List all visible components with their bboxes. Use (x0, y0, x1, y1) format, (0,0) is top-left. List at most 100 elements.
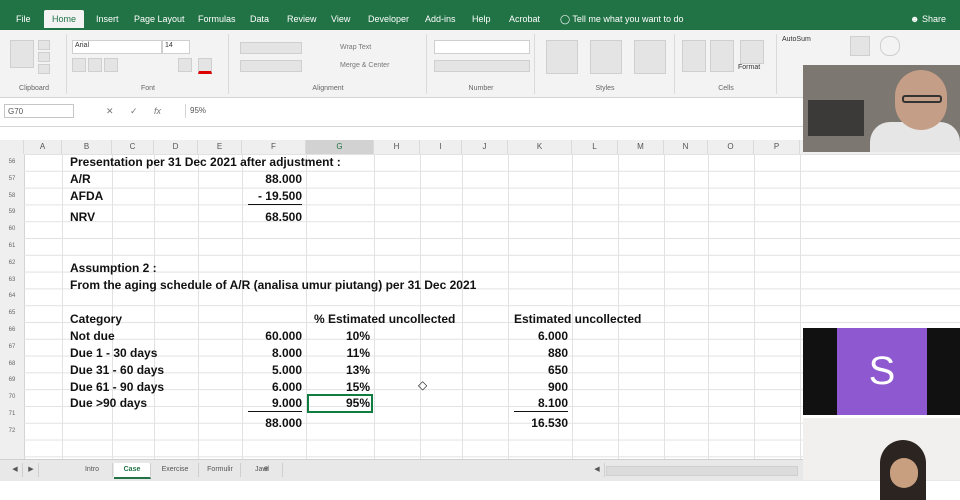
row-header[interactable]: 68 (0, 356, 24, 373)
column-header-h[interactable]: H (374, 140, 420, 154)
sheet-tab-case[interactable]: Case (114, 463, 151, 479)
amount-cell[interactable]: 8.000 (242, 346, 302, 360)
estimate-cell[interactable]: 900 (508, 380, 568, 394)
column-header-k[interactable]: K (508, 140, 572, 154)
column-header-a[interactable]: A (24, 140, 62, 154)
fill-color-icon[interactable] (178, 58, 192, 72)
tab-data[interactable]: Data (250, 14, 269, 24)
estimated-header-cell[interactable]: Estimated uncollected (514, 312, 641, 326)
column-header-c[interactable]: C (112, 140, 154, 154)
column-header-g[interactable]: G (306, 140, 374, 154)
format-as-table-icon[interactable] (590, 40, 622, 74)
sheet-tab-exercise[interactable]: Exercise (152, 463, 199, 477)
tab-insert[interactable]: Insert (96, 14, 119, 24)
paste-icon[interactable] (10, 40, 34, 68)
afda-label-cell[interactable]: AFDA (70, 189, 103, 203)
conditional-formatting-icon[interactable] (546, 40, 578, 74)
column-header-i[interactable]: I (420, 140, 462, 154)
column-header-b[interactable]: B (62, 140, 112, 154)
category-cell[interactable]: Due >90 days (70, 396, 147, 410)
row-header[interactable]: 57 (0, 171, 24, 188)
cancel-icon[interactable]: ✕ (106, 106, 114, 117)
function-icon[interactable]: fx (154, 106, 161, 116)
row-header[interactable]: 59 (0, 204, 24, 221)
category-header-cell[interactable]: Category (70, 312, 122, 326)
align-buttons[interactable] (240, 42, 302, 54)
format-cells-icon[interactable] (740, 40, 764, 64)
column-header-d[interactable]: D (154, 140, 198, 154)
column-header-l[interactable]: L (572, 140, 618, 154)
align-buttons-row2[interactable] (240, 60, 302, 72)
pct-cell[interactable]: 10% (314, 329, 370, 343)
estimate-cell[interactable]: 650 (508, 363, 568, 377)
autosum-button[interactable]: AutoSum (782, 36, 811, 43)
tab-home[interactable]: Home (44, 10, 85, 28)
row-header[interactable]: 72 (0, 423, 24, 440)
total-estimate-cell[interactable]: 16.530 (508, 416, 568, 430)
aging-schedule-cell[interactable]: From the aging schedule of A/R (analisa … (70, 278, 476, 292)
tab-review[interactable]: Review (287, 14, 317, 24)
active-cell-selection[interactable] (307, 394, 373, 413)
column-header-p[interactable]: P (754, 140, 800, 154)
tab-acrobat[interactable]: Acrobat (509, 14, 540, 24)
tab-file[interactable]: File (16, 14, 31, 24)
merge-center-button[interactable]: Merge & Center (340, 62, 389, 69)
format-painter-icon[interactable] (38, 64, 50, 74)
estimate-cell[interactable]: 8.100 (508, 396, 568, 410)
pct-cell[interactable]: 15% (314, 380, 370, 394)
amount-cell[interactable]: 6.000 (242, 380, 302, 394)
number-buttons[interactable] (434, 60, 530, 72)
tab-add-ins[interactable]: Add-ins (425, 14, 456, 24)
row-header[interactable]: 69 (0, 372, 24, 389)
column-header-j[interactable]: J (462, 140, 508, 154)
row-header[interactable]: 71 (0, 406, 24, 423)
font-name-select[interactable]: Arial (72, 40, 162, 54)
italic-icon[interactable] (88, 58, 102, 72)
font-size-select[interactable]: 14 (162, 40, 190, 54)
ar-label-cell[interactable]: A/R (70, 172, 91, 186)
estimate-cell[interactable]: 880 (508, 346, 568, 360)
font-color-icon[interactable] (198, 58, 212, 74)
column-header-o[interactable]: O (708, 140, 754, 154)
row-header[interactable]: 60 (0, 221, 24, 238)
sort-filter-icon[interactable] (850, 36, 870, 56)
tell-me-box[interactable]: ◯ Tell me what you want to do (560, 14, 683, 25)
insert-cells-icon[interactable] (682, 40, 706, 72)
nrv-value-cell[interactable]: 68.500 (242, 210, 302, 224)
format-button[interactable]: Format (738, 64, 760, 71)
tab-scroll-left-icon[interactable]: ◀ (8, 463, 23, 477)
category-cell[interactable]: Not due (70, 329, 115, 343)
presentation-title-cell[interactable]: Presentation per 31 Dec 2021 after adjus… (70, 155, 341, 169)
assumption-cell[interactable]: Assumption 2 : (70, 261, 157, 275)
enter-icon[interactable]: ✓ (130, 106, 138, 117)
row-header[interactable]: 56 (0, 154, 24, 171)
row-header[interactable]: 64 (0, 288, 24, 305)
pct-cell[interactable]: 13% (314, 363, 370, 377)
horizontal-scrollbar[interactable] (606, 466, 798, 476)
row-header[interactable]: 65 (0, 305, 24, 322)
sheet-tab-intro[interactable]: Intro (72, 463, 113, 477)
row-header[interactable]: 61 (0, 238, 24, 255)
pct-header-cell[interactable]: % Estimated uncollected (314, 312, 455, 326)
amount-cell[interactable]: 60.000 (242, 329, 302, 343)
name-box[interactable]: G70 (4, 104, 74, 118)
share-button[interactable]: ☻ Share (910, 14, 946, 24)
find-select-icon[interactable] (880, 36, 900, 56)
select-all-corner[interactable] (0, 140, 24, 154)
number-format-select[interactable] (434, 40, 530, 54)
row-header[interactable]: 63 (0, 272, 24, 289)
row-header[interactable]: 67 (0, 339, 24, 356)
sheet-tab-formulir[interactable]: Formulir (200, 463, 241, 477)
category-cell[interactable]: Due 1 - 30 days (70, 346, 157, 360)
row-header[interactable]: 66 (0, 322, 24, 339)
tab-view[interactable]: View (331, 14, 350, 24)
column-header-n[interactable]: N (664, 140, 708, 154)
tab-scroll-right-icon[interactable]: ▶ (24, 463, 39, 477)
copy-icon[interactable] (38, 52, 50, 62)
column-header-e[interactable]: E (198, 140, 242, 154)
bold-icon[interactable] (72, 58, 86, 72)
formula-input[interactable]: 95% (185, 104, 800, 118)
tab-formulas[interactable]: Formulas (198, 14, 236, 24)
row-header[interactable]: 70 (0, 389, 24, 406)
cell-styles-icon[interactable] (634, 40, 666, 74)
